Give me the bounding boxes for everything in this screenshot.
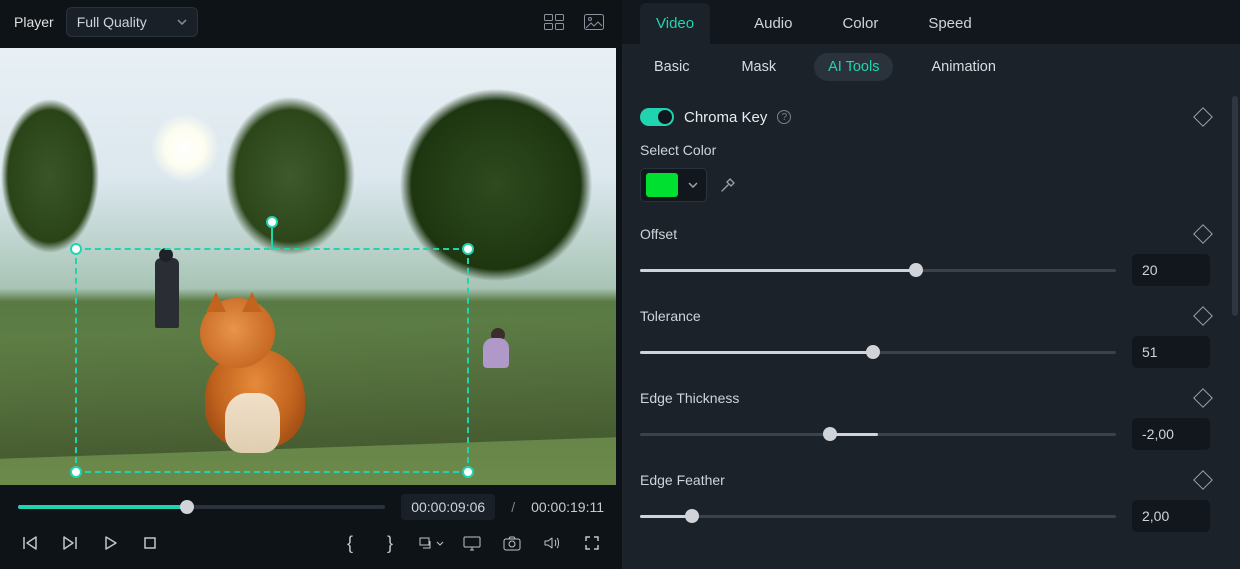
- quality-dropdown[interactable]: Full Quality: [66, 7, 198, 37]
- offset-label: Offset: [640, 226, 1196, 242]
- rotate-handle[interactable]: [266, 216, 278, 228]
- chroma-key-toggle[interactable]: [640, 108, 674, 126]
- chroma-key-header: Chroma Key ?: [640, 104, 1210, 142]
- transport-controls: { }: [0, 521, 622, 569]
- timecode-total: 00:00:19:11: [531, 499, 604, 515]
- stop-button[interactable]: [138, 531, 162, 555]
- offset-group: Offset 20: [640, 226, 1210, 286]
- sub-tab-mask[interactable]: Mask: [727, 53, 790, 81]
- tolerance-label: Tolerance: [640, 308, 1196, 324]
- keyframe-icon[interactable]: [1193, 470, 1213, 490]
- next-frame-button[interactable]: [58, 531, 82, 555]
- edge-feather-slider[interactable]: [640, 506, 1116, 526]
- mark-in-button[interactable]: {: [338, 531, 362, 555]
- sub-tab-basic[interactable]: Basic: [640, 53, 703, 81]
- edge-thickness-slider[interactable]: [640, 424, 1116, 444]
- color-swatch: [646, 173, 678, 197]
- select-color-label: Select Color: [640, 142, 1210, 158]
- timeline-fill: [18, 505, 187, 509]
- resize-handle-br[interactable]: [462, 466, 474, 478]
- quality-dropdown-value: Full Quality: [77, 14, 147, 30]
- player-label: Player: [14, 14, 54, 30]
- timeline-slider[interactable]: [18, 493, 385, 521]
- tab-audio[interactable]: Audio: [748, 3, 798, 44]
- select-color-row: [640, 168, 1210, 202]
- inspector-sub-tabs: Basic Mask AI Tools Animation: [622, 44, 1240, 90]
- chroma-key-title: Chroma Key: [684, 109, 767, 126]
- edge-thickness-value[interactable]: -2,00: [1132, 418, 1210, 450]
- chevron-down-icon: [436, 541, 444, 546]
- resize-handle-bl[interactable]: [70, 466, 82, 478]
- play-button[interactable]: [98, 531, 122, 555]
- edge-feather-label: Edge Feather: [640, 472, 1196, 488]
- scrollbar-thumb[interactable]: [1232, 96, 1238, 316]
- resize-handle-tr[interactable]: [462, 243, 474, 255]
- offset-slider[interactable]: [640, 260, 1116, 280]
- offset-value[interactable]: 20: [1132, 254, 1210, 286]
- tolerance-slider[interactable]: [640, 342, 1116, 362]
- timecode-separator: /: [511, 499, 515, 515]
- eyedropper-icon[interactable]: [719, 176, 737, 194]
- help-icon[interactable]: ?: [777, 110, 791, 124]
- keyframe-icon[interactable]: [1193, 306, 1213, 326]
- timeline-row: 00:00:09:06 / 00:00:19:11: [0, 485, 622, 521]
- keyframe-icon[interactable]: [1193, 388, 1213, 408]
- preview-figure: [475, 328, 515, 378]
- picture-icon[interactable]: [580, 8, 608, 36]
- keyframe-icon[interactable]: [1193, 224, 1213, 244]
- edge-feather-value[interactable]: 2,00: [1132, 500, 1210, 532]
- edge-thickness-label: Edge Thickness: [640, 390, 1196, 406]
- player-panel: Player Full Quality: [0, 0, 622, 569]
- chevron-down-icon: [177, 19, 187, 25]
- snapshot-button[interactable]: [500, 531, 524, 555]
- timecode-current[interactable]: 00:00:09:06: [401, 494, 495, 520]
- fullscreen-button[interactable]: [580, 531, 604, 555]
- display-button[interactable]: [460, 531, 484, 555]
- compare-view-icon[interactable]: [540, 8, 568, 36]
- tab-color[interactable]: Color: [836, 3, 884, 44]
- selection-box[interactable]: [75, 248, 469, 473]
- timeline-thumb[interactable]: [180, 500, 194, 514]
- edge-feather-group: Edge Feather 2,00: [640, 472, 1210, 532]
- tab-video[interactable]: Video: [640, 3, 710, 44]
- tolerance-value[interactable]: 51: [1132, 336, 1210, 368]
- sub-tab-ai-tools[interactable]: AI Tools: [814, 53, 893, 81]
- prev-frame-button[interactable]: [18, 531, 42, 555]
- resize-handle-tl[interactable]: [70, 243, 82, 255]
- volume-button[interactable]: [540, 531, 564, 555]
- mark-out-button[interactable]: }: [378, 531, 402, 555]
- edge-thickness-group: Edge Thickness -2,00: [640, 390, 1210, 450]
- chevron-down-icon: [688, 182, 698, 188]
- keyframe-icon[interactable]: [1193, 107, 1213, 127]
- marker-dropdown[interactable]: [418, 531, 444, 555]
- tab-speed[interactable]: Speed: [922, 3, 977, 44]
- player-header: Player Full Quality: [0, 0, 622, 44]
- tolerance-group: Tolerance 51: [640, 308, 1210, 368]
- sub-tab-animation[interactable]: Animation: [917, 53, 1009, 81]
- preview-viewport[interactable]: [0, 48, 616, 485]
- inspector-panel: Video Audio Color Speed Basic Mask AI To…: [622, 0, 1240, 569]
- color-picker[interactable]: [640, 168, 707, 202]
- inspector-top-tabs: Video Audio Color Speed: [622, 0, 1240, 44]
- inspector-scroll[interactable]: Chroma Key ? Select Color Offset: [622, 90, 1240, 569]
